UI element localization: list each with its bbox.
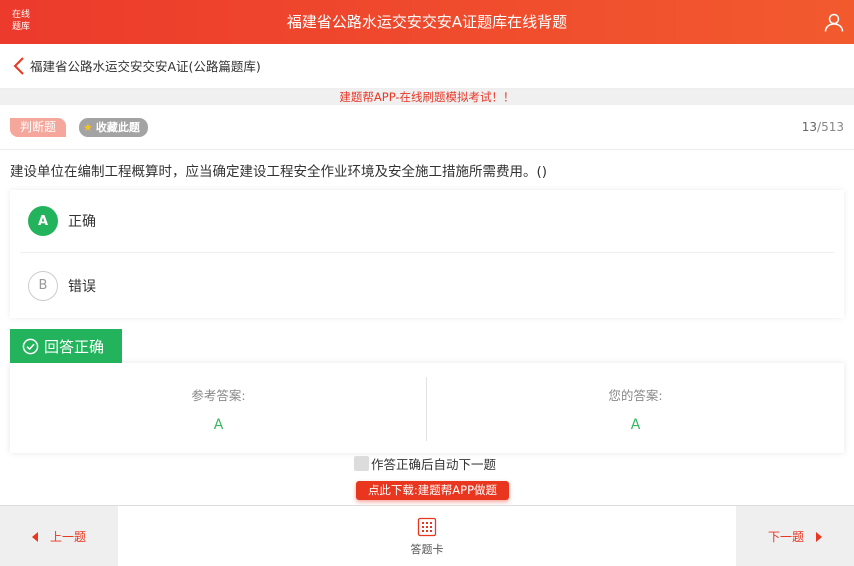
answer-card-label: 答题卡 bbox=[410, 542, 444, 556]
question-text: 建设单位在编制工程概算时，应当确定建设工程安全作业环境及安全施工措施所需费用。(… bbox=[10, 164, 548, 180]
reference-answer-label: 参考答案: bbox=[191, 388, 246, 403]
caret-right-icon bbox=[816, 531, 822, 542]
option-a[interactable]: A 正确 bbox=[20, 190, 834, 253]
prev-label: 上一题 bbox=[49, 530, 86, 544]
reference-answer-value: A bbox=[213, 417, 224, 433]
auto-next-label: 作答正确后自动下一题 bbox=[371, 456, 497, 472]
breadcrumb-text[interactable]: 福建省公路水运交安交安A证(公路篇题库) bbox=[30, 44, 261, 89]
question-counter: 13/513 bbox=[802, 105, 844, 150]
auto-next-toggle[interactable]: 作答正确后自动下一题 bbox=[354, 455, 497, 472]
favorite-button[interactable]: ★ 收藏此题 bbox=[79, 118, 148, 137]
total-number: /513 bbox=[817, 120, 844, 134]
next-question-button[interactable]: 下一题 bbox=[736, 506, 854, 566]
option-b[interactable]: B 错误 bbox=[20, 254, 834, 317]
grid-icon bbox=[417, 517, 437, 536]
question-header: 判断题 ★ 收藏此题 13/513 bbox=[0, 105, 854, 150]
your-answer-label: 您的答案: bbox=[608, 388, 663, 403]
result-label: 回答正确 bbox=[44, 337, 105, 356]
answer-panel: 参考答案: A 您的答案: A bbox=[10, 363, 844, 453]
bottom-nav: 上一题 答题卡 下一题 bbox=[0, 505, 854, 566]
result-badge: 回答正确 bbox=[10, 329, 122, 363]
caret-left-icon bbox=[31, 531, 38, 542]
favorite-label: 收藏此题 bbox=[95, 121, 140, 134]
user-icon[interactable] bbox=[824, 12, 844, 32]
your-answer-value: A bbox=[630, 417, 641, 433]
chevron-left-icon[interactable] bbox=[12, 57, 26, 75]
star-icon: ★ bbox=[83, 121, 93, 134]
option-b-text: 错误 bbox=[68, 278, 96, 295]
prev-question-button[interactable]: 上一题 bbox=[0, 506, 118, 566]
page-title: 福建省公路水运交安交安A证题库在线背题 bbox=[286, 13, 568, 31]
current-number: 13 bbox=[801, 120, 818, 134]
option-a-text: 正确 bbox=[68, 214, 96, 230]
next-label: 下一题 bbox=[767, 530, 804, 544]
option-b-letter: B bbox=[28, 270, 58, 301]
auto-next-checkbox[interactable] bbox=[354, 455, 369, 471]
option-a-letter: A bbox=[28, 206, 58, 236]
options-panel: A 正确 B 错误 bbox=[10, 190, 844, 318]
reference-answer: 参考答案: A bbox=[10, 363, 427, 453]
breadcrumb: 福建省公路水运交安交安A证(公路篇题库) bbox=[0, 44, 854, 89]
your-answer: 您的答案: A bbox=[427, 363, 844, 453]
check-circle-icon bbox=[22, 338, 39, 354]
top-bar: 在线 题库 福建省公路水运交安交安A证题库在线背题 bbox=[0, 0, 854, 44]
promo-notice[interactable]: 建题帮APP-在线刷题模拟考试！！ bbox=[0, 89, 854, 105]
question-type-tag: 判断题 bbox=[10, 118, 67, 137]
answer-card-button[interactable]: 答题卡 bbox=[118, 506, 736, 566]
download-app-button[interactable]: 点此下载:建题帮APP做题 bbox=[356, 481, 509, 500]
